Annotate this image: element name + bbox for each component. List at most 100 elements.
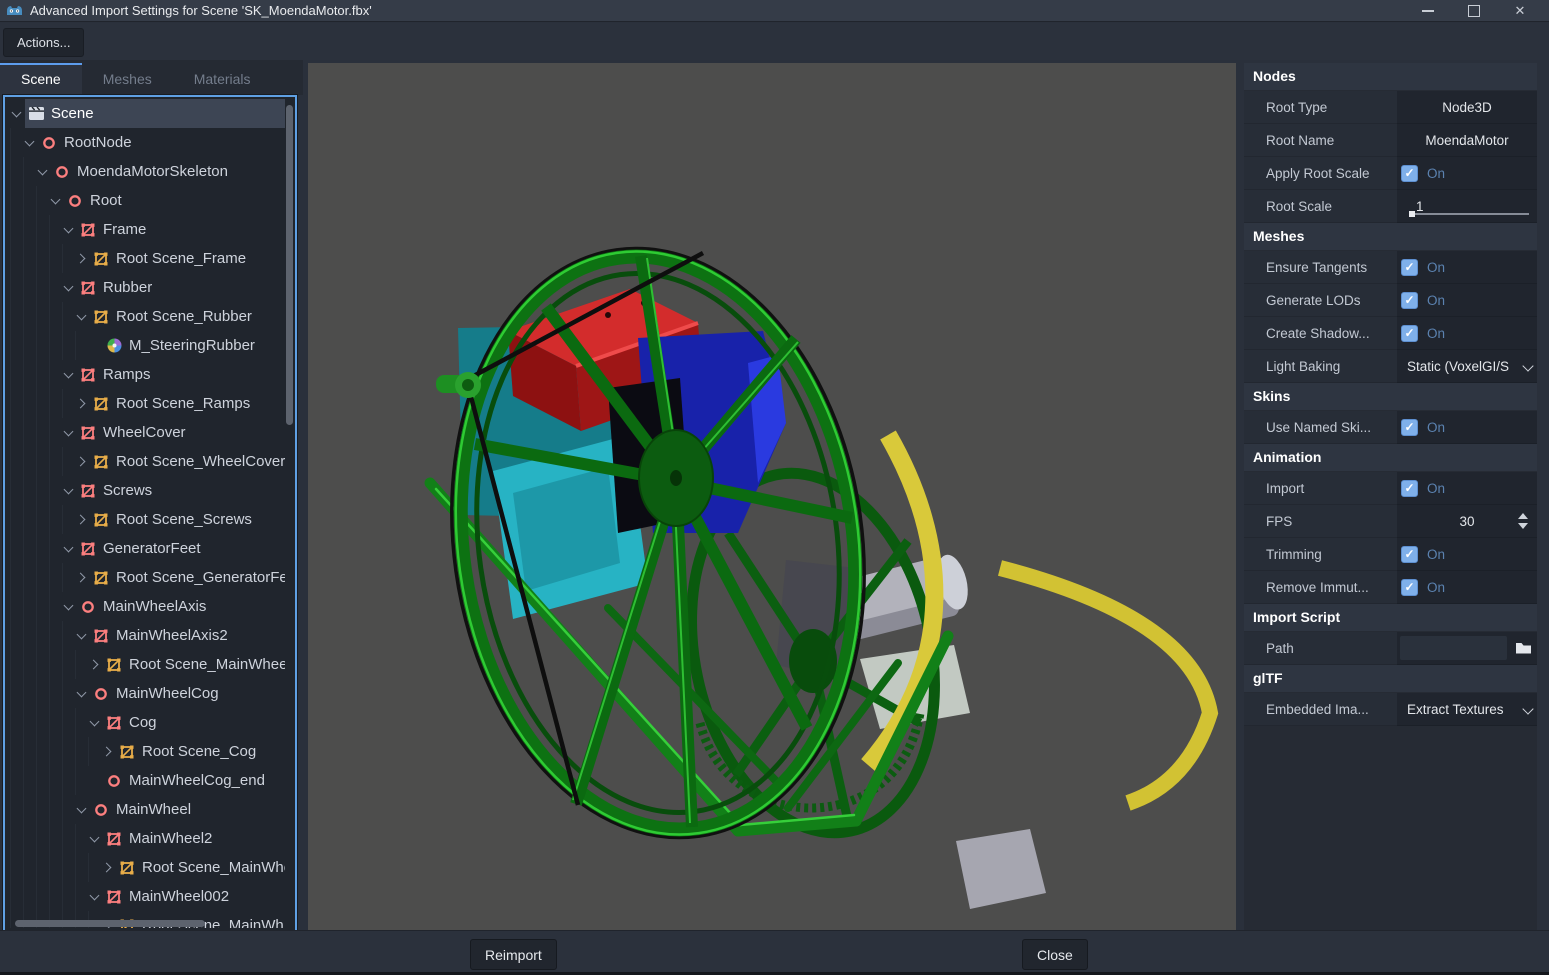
dropdown-value[interactable]: Extract Textures: [1397, 702, 1537, 717]
expand-arrow-icon[interactable]: [62, 483, 77, 498]
expand-arrow-icon[interactable]: [88, 715, 103, 730]
tab-materials[interactable]: Materials: [173, 63, 272, 95]
tree-row[interactable]: MainWheel: [5, 795, 285, 824]
maximize-icon[interactable]: [1463, 3, 1485, 19]
tree-row[interactable]: Ramps: [5, 360, 285, 389]
expand-arrow-icon[interactable]: [62, 367, 77, 382]
expand-arrow-icon[interactable]: [36, 164, 51, 179]
tree-row[interactable]: GeneratorFeet: [5, 534, 285, 563]
expand-arrow-icon[interactable]: [62, 599, 77, 614]
tab-scene[interactable]: Scene: [0, 63, 82, 95]
3d-preview-viewport[interactable]: [308, 63, 1236, 930]
reimport-button[interactable]: Reimport: [470, 939, 557, 970]
checkbox-checked-icon[interactable]: ✓: [1401, 325, 1418, 342]
checkbox-checked-icon[interactable]: ✓: [1401, 292, 1418, 309]
tree-row[interactable]: MainWheelCog: [5, 679, 285, 708]
tree-row[interactable]: RootNode: [5, 128, 285, 157]
spin-updown-icon[interactable]: [1518, 513, 1528, 529]
tree-row[interactable]: MainWheelCog_end: [5, 766, 285, 795]
tree-row[interactable]: Root Scene_Ramps: [5, 389, 285, 418]
checkbox-checked-icon[interactable]: ✓: [1401, 546, 1418, 563]
collapse-arrow-icon[interactable]: [75, 396, 90, 411]
collapse-arrow-icon[interactable]: [75, 570, 90, 585]
minimize-icon[interactable]: [1417, 3, 1439, 19]
tree-row[interactable]: Rubber: [5, 273, 285, 302]
expand-arrow-icon[interactable]: [88, 831, 103, 846]
tree-row[interactable]: Scene: [5, 99, 285, 128]
tree-row[interactable]: MoendaMotorSkeleton: [5, 157, 285, 186]
checkbox-checked-icon[interactable]: ✓: [1401, 259, 1418, 276]
tree-row[interactable]: Screws: [5, 476, 285, 505]
expand-arrow-icon[interactable]: [75, 686, 90, 701]
tree-guide-line: [62, 563, 75, 592]
tree-row[interactable]: M_SteeringRubber: [5, 331, 285, 360]
property-text-value[interactable]: MoendaMotor: [1397, 133, 1537, 148]
expand-arrow-icon[interactable]: [23, 135, 38, 150]
tab-meshes[interactable]: Meshes: [82, 63, 173, 95]
collapse-arrow-icon[interactable]: [101, 744, 116, 759]
tree-row[interactable]: Frame: [5, 215, 285, 244]
expand-arrow-icon[interactable]: [62, 425, 77, 440]
tree-row[interactable]: Root Scene_Rubber: [5, 302, 285, 331]
close-icon[interactable]: ✕: [1509, 3, 1531, 19]
actions-menu-button[interactable]: Actions...: [3, 28, 84, 57]
checkbox-checked-icon[interactable]: ✓: [1401, 480, 1418, 497]
checkbox-checked-icon[interactable]: ✓: [1401, 419, 1418, 436]
close-button[interactable]: Close: [1022, 939, 1088, 970]
tree-row[interactable]: Cog: [5, 708, 285, 737]
collapse-arrow-icon[interactable]: [101, 860, 116, 875]
expand-arrow-icon[interactable]: [10, 106, 25, 121]
tree-guide-line: [62, 679, 75, 708]
tree-row[interactable]: MainWheel002: [5, 882, 285, 911]
checkbox-checked-icon[interactable]: ✓: [1401, 579, 1418, 596]
tree-horizontal-scrollbar[interactable]: [15, 920, 205, 927]
tree-guide-line: [49, 592, 62, 621]
tree-guide-line: [62, 302, 75, 331]
property-text-value[interactable]: Node3D: [1397, 100, 1537, 115]
tree-row-body: Root Scene_MainWheelA: [103, 650, 285, 679]
expand-arrow-icon[interactable]: [88, 889, 103, 904]
tree-guide-line: [75, 650, 88, 679]
tree-guide-line: [49, 215, 62, 244]
expand-arrow-icon[interactable]: [62, 541, 77, 556]
collapse-arrow-icon[interactable]: [75, 512, 90, 527]
tree-row[interactable]: Root: [5, 186, 285, 215]
expand-arrow-icon[interactable]: [75, 309, 90, 324]
collapse-arrow-icon[interactable]: [75, 251, 90, 266]
expand-arrow-icon[interactable]: [62, 280, 77, 295]
tree-row[interactable]: MainWheelAxis: [5, 592, 285, 621]
tree-row[interactable]: Root Scene_MainWheelA: [5, 650, 285, 679]
collapse-arrow-icon[interactable]: [75, 454, 90, 469]
tree-item-label: RootNode: [64, 134, 132, 151]
tree-row[interactable]: WheelCover: [5, 418, 285, 447]
tree-row[interactable]: Root Scene_GeneratorFee: [5, 563, 285, 592]
tree-row[interactable]: Root Scene_WheelCover: [5, 447, 285, 476]
dropdown-value[interactable]: Static (VoxelGI/S: [1397, 359, 1537, 374]
section-header-animation: Animation: [1244, 444, 1537, 471]
tree-guide-line: [36, 708, 49, 737]
tree-row[interactable]: Root Scene_Cog: [5, 737, 285, 766]
expand-arrow-icon[interactable]: [49, 193, 64, 208]
tree-guide-line: [23, 737, 36, 766]
tree-row[interactable]: MainWheel2: [5, 824, 285, 853]
slider-grabber[interactable]: [1409, 211, 1415, 217]
tree-row[interactable]: Root Scene_Frame: [5, 244, 285, 273]
section-header-gltf: glTF: [1244, 665, 1537, 692]
property-value: ✓On: [1397, 317, 1537, 350]
expand-arrow-icon[interactable]: [75, 802, 90, 817]
tree-guide-line: [23, 708, 36, 737]
spinbox-value[interactable]: 30: [1397, 514, 1537, 529]
expand-arrow-icon[interactable]: [75, 628, 90, 643]
tree-row[interactable]: MainWheelAxis2: [5, 621, 285, 650]
tree-vertical-scrollbar[interactable]: [286, 105, 293, 425]
folder-icon[interactable]: [1513, 638, 1533, 658]
property-label: Remove Immut...: [1244, 571, 1397, 604]
tree-row[interactable]: Root Scene_Screws: [5, 505, 285, 534]
tree-row[interactable]: Root Scene_MainWhee: [5, 853, 285, 882]
path-input[interactable]: [1400, 636, 1507, 660]
checkbox-checked-icon[interactable]: ✓: [1401, 165, 1418, 182]
expand-arrow-icon[interactable]: [62, 222, 77, 237]
slider-track[interactable]: [1411, 213, 1529, 215]
collapse-arrow-icon[interactable]: [88, 657, 103, 672]
tree-guide-line: [10, 186, 23, 215]
